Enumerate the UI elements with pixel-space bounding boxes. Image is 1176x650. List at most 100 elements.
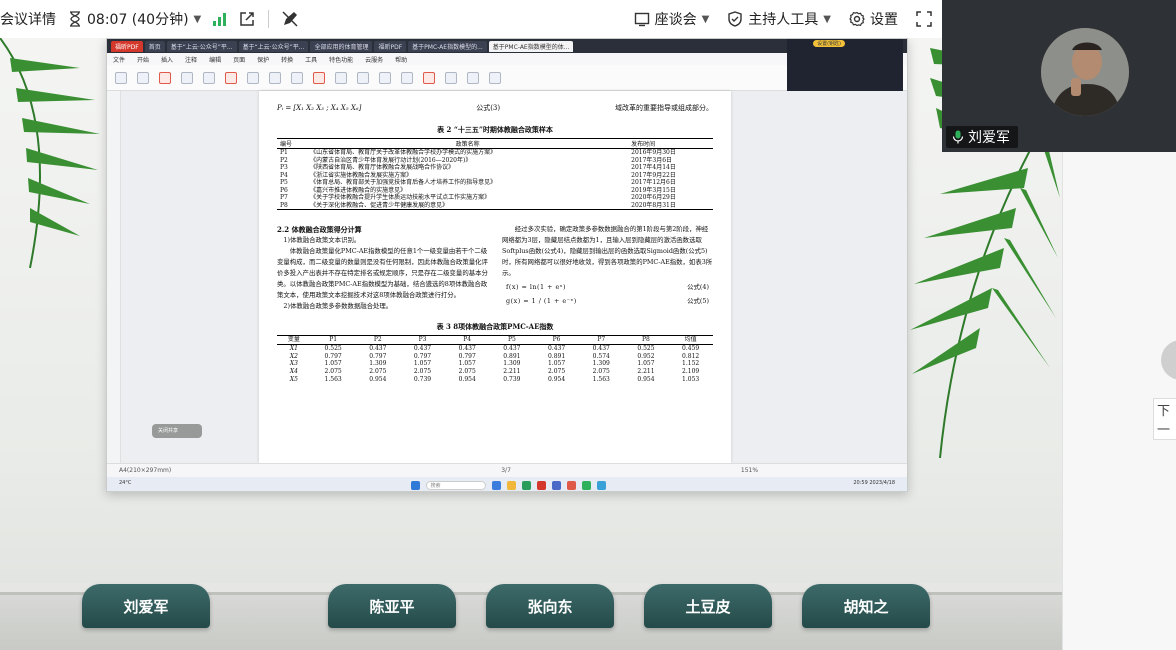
menu-item[interactable]: 转换	[281, 55, 293, 64]
formula-row: Pᵢ = [X₁ X₂ X₃ ; X₄ X₅ X₆] 公式(3) 域改革的重要指…	[277, 97, 713, 119]
ribbon-tool-icon[interactable]	[203, 71, 215, 84]
cell: 2017年4月14日	[631, 164, 676, 171]
nameplate: 陈亚平	[328, 584, 456, 628]
ribbon-tool-icon[interactable]	[401, 71, 413, 84]
cell: 0.952	[637, 352, 655, 360]
next-page-button[interactable]	[1161, 340, 1176, 380]
cell: 1.057	[324, 360, 342, 368]
app-tab[interactable]: 首页	[144, 40, 165, 52]
zoom-level[interactable]: 151%	[741, 467, 758, 474]
cell: P2	[280, 156, 288, 164]
cell: 0.812	[682, 352, 700, 360]
fullscreen-icon[interactable]	[916, 11, 932, 27]
app-tab[interactable]: 福昕PDF	[374, 40, 407, 52]
ribbon-tool-icon[interactable]	[335, 71, 347, 84]
menu-item[interactable]: 文件	[113, 55, 125, 64]
table-header: P5	[489, 335, 535, 345]
participant-video-tile[interactable]: 刘爱军	[942, 0, 1176, 152]
cell: 0.954	[369, 375, 387, 383]
ribbon-tool-icon[interactable]	[137, 71, 149, 84]
menu-item[interactable]: 帮助	[395, 55, 407, 64]
paragraph: 1)体教融合政策文本识别。	[283, 236, 361, 244]
menu-item[interactable]: 工具	[305, 55, 317, 64]
pen-off-icon[interactable]	[281, 10, 299, 28]
menu-item[interactable]: 保护	[257, 55, 269, 64]
app-tab[interactable]: 基于“上云·公众号”平...	[166, 40, 237, 52]
table-row: P1 《山东省体育局、教育厅关于改革体教融合学校办学模式的实施方案》 2016年9月…	[277, 149, 713, 157]
ribbon-tool-icon[interactable]	[247, 71, 259, 84]
taskbar-search[interactable]: 搜索	[425, 480, 486, 490]
meeting-timer[interactable]: 08:07 (40分钟) ▼	[68, 9, 201, 29]
cell: P7	[280, 194, 288, 201]
app-tab[interactable]: 基于PMC-AE指数模型的...	[408, 40, 487, 52]
ribbon-tool-icon[interactable]	[181, 71, 193, 84]
cell: 1.057	[458, 360, 476, 368]
windows-start-icon[interactable]	[410, 480, 420, 490]
cell: 2.075	[458, 368, 476, 376]
menu-item[interactable]: 注释	[185, 55, 197, 64]
cell: 2.211	[637, 368, 655, 376]
menu-item[interactable]: 特色功能	[329, 55, 353, 64]
meeting-timer-text: 08:07 (40分钟)	[87, 12, 189, 28]
settings-button[interactable]: 设置	[849, 9, 898, 29]
ribbon-tool-icon[interactable]	[159, 71, 171, 84]
app-tab[interactable]: 基于“上云·公众号”平...	[238, 40, 309, 52]
cell: 2.075	[369, 368, 387, 376]
ribbon-tool-icon[interactable]	[115, 71, 127, 84]
seminar-mode-button[interactable]: 座谈会 ▼	[634, 9, 709, 29]
cell: 0.797	[369, 352, 387, 360]
page-nav[interactable]: 3/7	[501, 467, 511, 474]
cell: P4	[280, 171, 288, 179]
participant-avatar	[1041, 28, 1129, 116]
ribbon-tool-icon[interactable]	[313, 71, 325, 84]
app-tab[interactable]: 福昕PDF	[111, 40, 143, 52]
menu-item[interactable]: 页面	[233, 55, 245, 64]
ribbon-tool-icon[interactable]	[379, 71, 391, 84]
ribbon-tool-icon[interactable]	[225, 71, 237, 84]
taskbar-app-icon[interactable]	[566, 480, 576, 490]
taskbar-app-icon[interactable]	[521, 480, 531, 490]
cell: 2016年9月30日	[631, 149, 676, 156]
signal-strength-icon[interactable]	[213, 12, 227, 26]
shared-screen[interactable]: 福昕PDF 首页 基于“上云·公众号”平... 基于“上云·公众号”平... 全…	[106, 38, 908, 492]
menu-item[interactable]: 开始	[137, 55, 149, 64]
taskbar-app-icon[interactable]	[551, 480, 561, 490]
taskbar-app-icon[interactable]	[596, 480, 606, 490]
taskbar-app-icon[interactable]	[581, 480, 591, 490]
app-tab[interactable]: 全部应用的体育管理	[310, 40, 373, 52]
ribbon-tool-icon[interactable]	[489, 71, 501, 84]
host-tools-button[interactable]: 主持人工具 ▼	[727, 9, 831, 29]
ribbon-tool-icon[interactable]	[357, 71, 369, 84]
menu-item[interactable]: 云服务	[365, 55, 383, 64]
cell: 2.075	[324, 368, 342, 376]
table2-title: 表 2 “十三五”时期体教融合政策样本	[437, 125, 553, 134]
taskbar-app-icon[interactable]	[506, 480, 516, 490]
ribbon-tool-icon[interactable]	[445, 71, 457, 84]
cell: 2017年3月6日	[631, 156, 673, 164]
mini-badge: 设置(钥匙)	[813, 40, 845, 47]
app-tab-active[interactable]: 基于PMC-AE指数模型的体...	[488, 40, 574, 52]
weather-label: 24°C	[119, 480, 132, 486]
floating-control-chip[interactable]: 关闭共享	[152, 424, 202, 438]
pmc-table: 变量 P1 P2 P3 P4 P5 P6 P7 P8 均值 X1 0.525 0.4…	[277, 335, 713, 384]
popout-icon[interactable]	[238, 10, 256, 28]
cell: 0.574	[592, 352, 610, 360]
ribbon-tool-icon[interactable]	[467, 71, 479, 84]
menu-item[interactable]: 编辑	[209, 55, 221, 64]
ribbon-tool-icon[interactable]	[269, 71, 281, 84]
taskbar-app-icon[interactable]	[536, 480, 546, 490]
table-row: P3 《陕西省体育局、教育厅体教融合发展战略合作协议》 2017年4月14日	[277, 164, 713, 172]
table-row: X2 0.797 0.797 0.797 0.797 0.891 0.891 0.574 0.9…	[277, 353, 713, 361]
next-label[interactable]: 下一	[1153, 398, 1176, 440]
ribbon-tool-icon[interactable]	[423, 71, 435, 84]
table-row: P7 《关于学校体教融合提升学生体质运动技能水平试点工作实施方案》 2020年6月2…	[277, 194, 713, 202]
ribbon-tool-icon[interactable]	[291, 71, 303, 84]
cell: X2	[289, 352, 298, 360]
menu-item[interactable]: 插入	[161, 55, 173, 64]
equation-label: 公式(4)	[687, 283, 709, 291]
meeting-details-button[interactable]: 会议详情	[0, 9, 56, 29]
pdf-document-area[interactable]: Pᵢ = [X₁ X₂ X₃ ; X₄ X₅ X₆] 公式(3) 域改革的重要指…	[121, 91, 907, 463]
pdf-page: Pᵢ = [X₁ X₂ X₃ ; X₄ X₅ X₆] 公式(3) 域改革的重要指…	[259, 91, 731, 463]
cell: 1.057	[637, 360, 655, 368]
taskbar-app-icon[interactable]	[491, 480, 501, 490]
